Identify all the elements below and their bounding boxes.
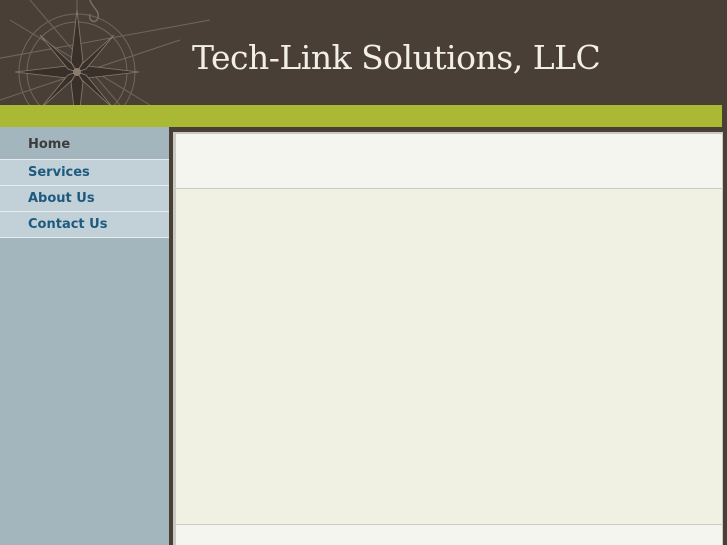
compass-rose-icon	[0, 0, 211, 105]
sidebar: Home Services About Us Contact Us	[0, 127, 169, 545]
nav-item-about-us[interactable]: About Us	[0, 186, 169, 212]
site-title: Tech-Link Solutions, LLC	[192, 38, 601, 77]
main-nav: Home Services About Us Contact Us	[0, 127, 169, 238]
nav-item-contact-us[interactable]: Contact Us	[0, 212, 169, 238]
page: Tech-Link Solutions, LLC Home Services A…	[0, 0, 727, 545]
accent-bar	[0, 105, 722, 127]
content-header-panel	[176, 134, 722, 188]
content-footer-panel	[176, 525, 722, 545]
nav-item-home[interactable]: Home	[0, 127, 169, 160]
content-main-panel	[176, 189, 722, 524]
site-header: Tech-Link Solutions, LLC	[0, 0, 727, 105]
nav-item-services[interactable]: Services	[0, 160, 169, 186]
